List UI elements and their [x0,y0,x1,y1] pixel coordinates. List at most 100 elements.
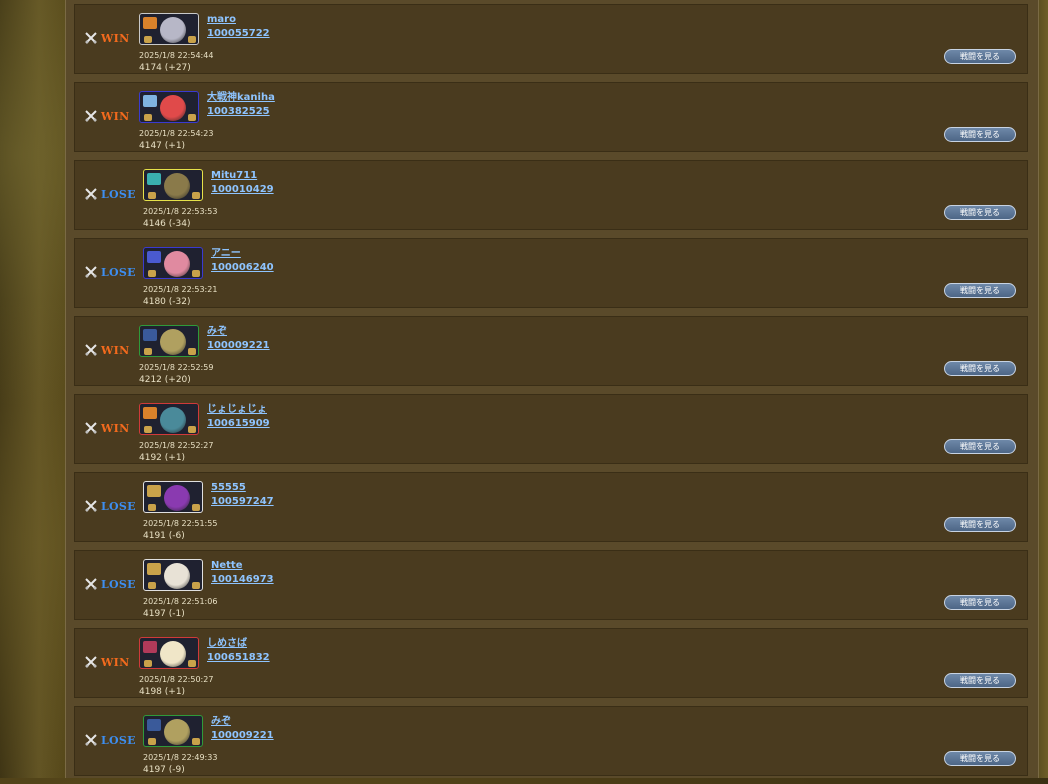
view-battle-button[interactable]: 戦闘を見る [944,673,1016,688]
battle-timestamp: 2025/1/8 22:51:06 [143,597,218,606]
result-label: WIN [101,109,130,123]
battle-timestamp: 2025/1/8 22:54:44 [139,51,214,60]
player-avatar[interactable] [143,247,203,279]
opponent-name[interactable]: みぞ [211,716,231,727]
opponent-id[interactable]: 100009221 [207,339,270,353]
opponent-info[interactable]: みぞ 100009221 [211,715,274,743]
opponent-name[interactable]: アニー [211,248,241,259]
view-battle-button[interactable]: 戦闘を見る [944,127,1016,142]
view-battle-button[interactable]: 戦闘を見る [944,205,1016,220]
opponent-info[interactable]: Mitu711 100010429 [211,169,274,197]
battle-row: WIN みぞ 100009221 2025/1/8 22:52:59 4212 … [74,316,1028,386]
opponent-info[interactable]: じょじょじょ 100615909 [207,403,270,431]
player-avatar[interactable] [143,169,203,201]
medal-icon [192,270,200,277]
medal-icon [188,114,196,121]
crossed-swords-icon [85,344,97,356]
rating-change: 4197 (-1) [143,609,185,619]
battle-row: WIN 大戦神kaniha 100382525 2025/1/8 22:54:2… [74,82,1028,152]
character-portrait [160,329,186,355]
view-battle-button[interactable]: 戦闘を見る [944,751,1016,766]
medal-icon [148,270,156,277]
player-avatar[interactable] [139,637,199,669]
opponent-id[interactable]: 100651832 [207,651,270,665]
view-battle-button[interactable]: 戦闘を見る [944,517,1016,532]
result-label: LOSE [101,577,136,591]
result-indicator: WIN [85,655,129,669]
battle-row: WIN maro 100055722 2025/1/8 22:54:44 417… [74,4,1028,74]
opponent-id[interactable]: 100009221 [211,729,274,743]
medal-icon [144,426,152,433]
view-battle-button[interactable]: 戦闘を見る [944,439,1016,454]
battle-list: WIN maro 100055722 2025/1/8 22:54:44 417… [74,4,1028,784]
opponent-name[interactable]: Nette [211,560,243,571]
medal-icon [144,36,152,43]
opponent-name[interactable]: 大戦神kaniha [207,92,275,103]
player-avatar[interactable] [139,91,199,123]
opponent-id[interactable]: 100006240 [211,261,274,275]
player-avatar[interactable] [143,481,203,513]
result-label: LOSE [101,499,136,513]
result-label: LOSE [101,733,136,747]
rating-change: 4146 (-34) [143,219,191,229]
crossed-swords-icon [85,110,97,122]
opponent-name[interactable]: Mitu711 [211,170,257,181]
player-avatar[interactable] [139,325,199,357]
opponent-info[interactable]: maro 100055722 [207,13,270,41]
medal-icon [188,660,196,667]
opponent-info[interactable]: 大戦神kaniha 100382525 [207,91,275,119]
crossed-swords-icon [85,578,97,590]
player-avatar[interactable] [139,13,199,45]
medal-icon [148,192,156,199]
view-battle-button[interactable]: 戦闘を見る [944,49,1016,64]
left-background [0,0,65,778]
character-portrait [164,719,190,745]
result-label: WIN [101,31,130,45]
rank-badge-icon [143,95,157,107]
opponent-info[interactable]: みぞ 100009221 [207,325,270,353]
battle-meta: 2025/1/8 22:53:53 4146 (-34) [143,206,217,230]
player-avatar[interactable] [143,559,203,591]
character-portrait [164,173,190,199]
opponent-id[interactable]: 100597247 [211,495,274,509]
medal-icon [188,426,196,433]
battle-row: LOSE Mitu711 100010429 2025/1/8 22:53:53… [74,160,1028,230]
result-indicator: LOSE [85,187,136,201]
rating-change: 4192 (+1) [139,453,186,463]
opponent-info[interactable]: しめさば 100651832 [207,637,270,665]
rank-badge-icon [147,719,161,731]
rating-change: 4198 (+1) [139,687,186,697]
medal-icon [148,738,156,745]
view-battle-button[interactable]: 戦闘を見る [944,283,1016,298]
opponent-name[interactable]: maro [207,14,236,25]
view-battle-button[interactable]: 戦闘を見る [944,361,1016,376]
battle-timestamp: 2025/1/8 22:54:23 [139,129,214,138]
opponent-info[interactable]: アニー 100006240 [211,247,274,275]
rank-badge-icon [143,641,157,653]
opponent-name[interactable]: 55555 [211,482,246,493]
opponent-id[interactable]: 100382525 [207,105,275,119]
result-indicator: WIN [85,109,129,123]
opponent-id[interactable]: 100615909 [207,417,270,431]
result-label: WIN [101,421,130,435]
opponent-id[interactable]: 100146973 [211,573,274,587]
opponent-id[interactable]: 100055722 [207,27,270,41]
rank-badge-icon [147,563,161,575]
opponent-info[interactable]: Nette 100146973 [211,559,274,587]
view-battle-button[interactable]: 戦闘を見る [944,595,1016,610]
medal-icon [192,504,200,511]
character-portrait [160,407,186,433]
player-avatar[interactable] [143,715,203,747]
opponent-name[interactable]: みぞ [207,326,227,337]
result-label: LOSE [101,265,136,279]
medal-icon [188,36,196,43]
player-avatar[interactable] [139,403,199,435]
opponent-info[interactable]: 55555 100597247 [211,481,274,509]
battle-timestamp: 2025/1/8 22:49:33 [143,753,218,762]
result-indicator: LOSE [85,499,136,513]
opponent-name[interactable]: しめさば [207,638,247,649]
battle-timestamp: 2025/1/8 22:53:53 [143,207,218,216]
battle-meta: 2025/1/8 22:52:59 4212 (+20) [139,362,213,386]
opponent-id[interactable]: 100010429 [211,183,274,197]
opponent-name[interactable]: じょじょじょ [207,404,267,415]
